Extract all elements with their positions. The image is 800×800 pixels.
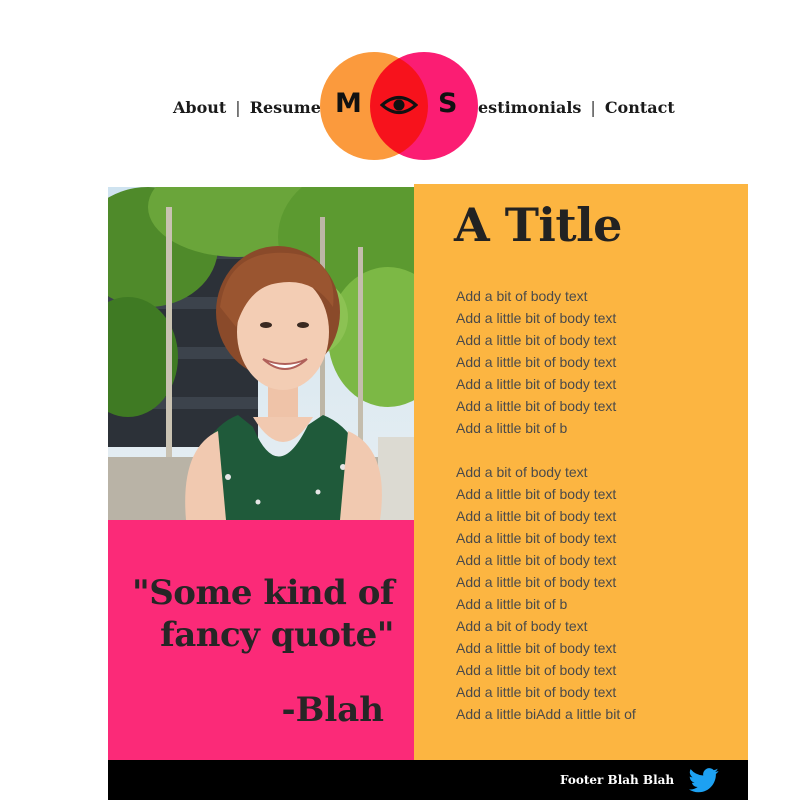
body-line: Add a little bit of body text [456, 332, 617, 348]
body-line: Add a little bit of body text [456, 398, 617, 414]
nav-right: estimonials | Contact [478, 94, 675, 120]
body-line: Add a little bit of b [456, 420, 568, 436]
body-line: Add a little bit of body text [456, 574, 617, 590]
page-title: A Title [454, 198, 622, 252]
logo-letter-s: S [438, 88, 458, 119]
body-line: Add a bit of body text [456, 288, 588, 304]
body-line: Add a little bit of b [456, 596, 568, 612]
body-line: Add a bit of body text [456, 464, 588, 480]
body-line: Add a little bit of body text [456, 354, 617, 370]
body-line: Add a little bit of body text [456, 684, 617, 700]
body-line: Add a bit of body text [456, 618, 588, 634]
body-line: Add a little bit of body text [456, 640, 617, 656]
quote-attribution: -Blah [281, 690, 384, 730]
nav-separator: | [235, 97, 241, 117]
nav-contact-link[interactable]: Contact [605, 98, 675, 117]
body-line: Add a little bit of body text [456, 530, 617, 546]
quote-line-2: fancy quote" [160, 615, 394, 655]
nav-resume-link[interactable]: Resume [250, 98, 321, 117]
nav-separator: | [590, 97, 596, 117]
quote-panel: "Some kind of fancy quote" -Blah [108, 520, 414, 760]
body-line: Add a little bit of body text [456, 486, 617, 502]
nav-about-link[interactable]: About [173, 98, 226, 117]
quote-line-1: "Some kind of [132, 573, 395, 613]
eye-icon [380, 96, 418, 114]
body-line: Add a little bit of body text [456, 310, 617, 326]
body-line: Add a little bit of body text [456, 376, 617, 392]
logo-letter-m: M [335, 88, 362, 119]
body-line: Add a little bit of body text [456, 662, 617, 678]
body-line: Add a little biAdd a little bit of [456, 706, 636, 722]
footer: Footer Blah Blah [108, 760, 748, 800]
twitter-icon[interactable] [689, 768, 719, 793]
content-panel: A Title Add a bit of body text Add a lit… [414, 184, 748, 760]
site-logo[interactable]: M S [320, 52, 478, 160]
body-line: Add a little bit of body text [456, 552, 617, 568]
profile-photo [108, 187, 414, 520]
quote-text: "Some kind of fancy quote" [104, 572, 395, 656]
footer-text: Footer Blah Blah [560, 773, 675, 787]
body-text: Add a bit of body text Add a little bit … [456, 285, 736, 725]
nav-left: About | Resume [173, 94, 321, 120]
nav-testimonials-link[interactable]: estimonials [478, 98, 581, 117]
body-line: Add a little bit of body text [456, 508, 617, 524]
